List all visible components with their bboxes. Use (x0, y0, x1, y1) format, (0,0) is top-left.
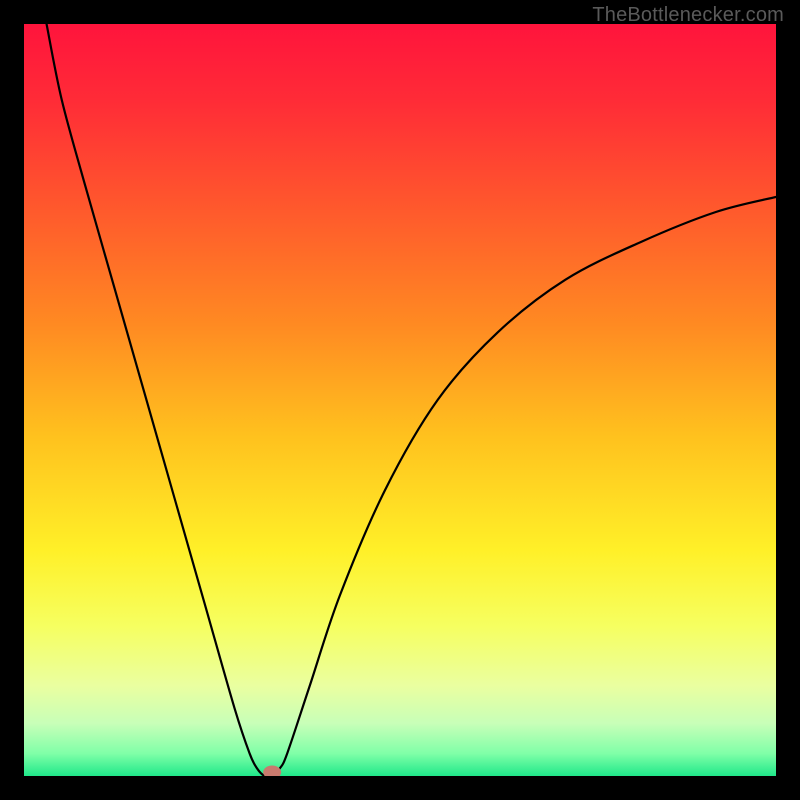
gradient-background (24, 24, 776, 776)
bottleneck-chart (24, 24, 776, 776)
plot-frame (24, 24, 776, 776)
watermark-text: TheBottlenecker.com (592, 4, 784, 27)
